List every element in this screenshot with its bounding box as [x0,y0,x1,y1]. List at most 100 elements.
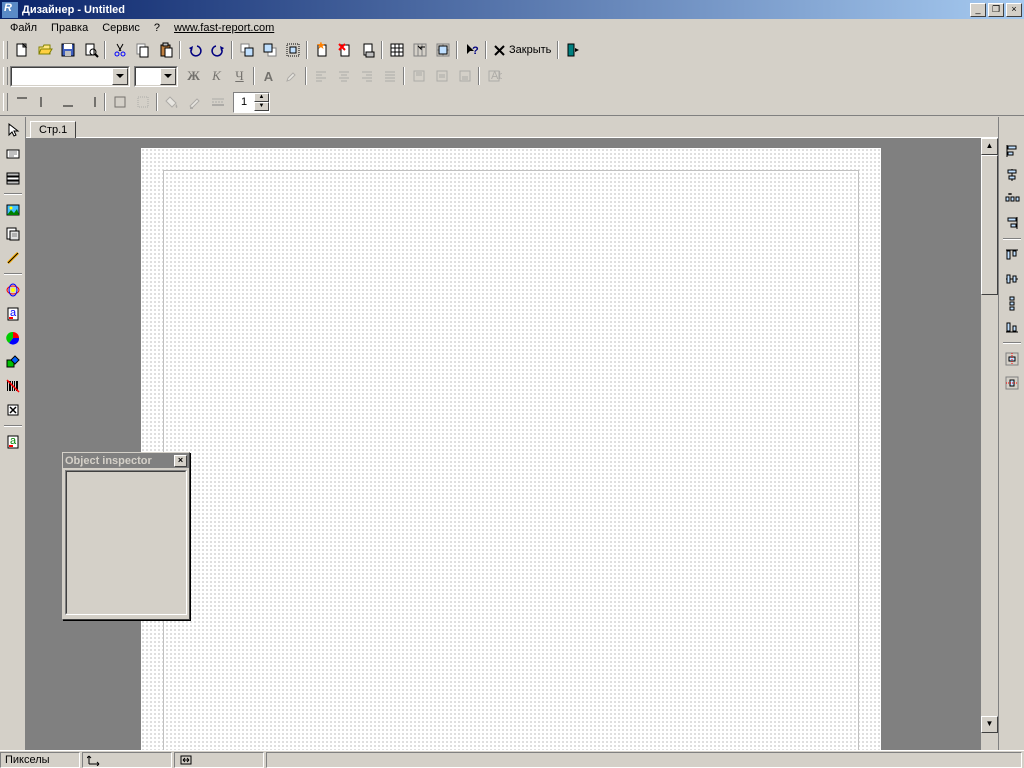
rx-richtext-tool[interactable]: a [2,431,24,453]
minimize-button[interactable]: _ [970,3,986,17]
add-page-button[interactable]: ★ [310,39,333,61]
scroll-thumb[interactable] [981,155,998,295]
underline-button[interactable]: Ч [228,65,251,87]
undo-button[interactable] [183,39,206,61]
picture-tool[interactable] [2,199,24,221]
scroll-up-button[interactable]: ▲ [981,138,998,155]
italic-button[interactable]: К [205,65,228,87]
align-left-button[interactable] [309,65,332,87]
font-color-button[interactable]: A [257,65,280,87]
send-back-button[interactable] [258,39,281,61]
highlight-button[interactable] [280,65,303,87]
whats-this-button[interactable]: ? [460,39,483,61]
bring-front-button[interactable] [235,39,258,61]
vertical-scrollbar[interactable]: ▲ ▼ [981,138,998,733]
barcode-tool[interactable] [2,375,24,397]
grid-button[interactable] [385,39,408,61]
menu-file[interactable]: Файл [4,21,43,35]
band-tool[interactable] [2,167,24,189]
richtext-tool[interactable]: a [2,303,24,325]
space-v-button[interactable] [1001,292,1023,314]
open-button[interactable] [33,39,56,61]
center-v-window-button[interactable] [1001,372,1023,394]
select-all-button[interactable] [281,39,304,61]
align-v-center-button[interactable] [1001,268,1023,290]
chart-tool[interactable] [2,327,24,349]
menu-url[interactable]: www.fast-report.com [168,21,280,35]
delete-page-button[interactable] [333,39,356,61]
valign-middle-button[interactable] [430,65,453,87]
space-h-button[interactable] [1001,188,1023,210]
canvas-viewport[interactable]: ▲ ▼ [26,138,998,750]
frame-width-input[interactable] [234,93,254,112]
align-bottom-edges-button[interactable] [1001,316,1023,338]
canvas-page[interactable] [141,148,881,750]
inspector-titlebar[interactable]: Object inspector × [63,453,189,468]
text-rotate-button[interactable]: Ab [482,65,505,87]
snap-grid-button[interactable] [408,39,431,61]
shape-tool[interactable] [2,351,24,373]
copy-button[interactable] [131,39,154,61]
font-name-combo[interactable] [10,66,130,87]
restore-button[interactable]: ❐ [988,3,1004,17]
spinner-up[interactable]: ▲ [254,93,269,102]
frame-top-button[interactable] [10,91,33,113]
status-position [82,752,172,768]
cut-button[interactable] [108,39,131,61]
redo-button[interactable] [206,39,229,61]
ole-tool[interactable] [2,279,24,301]
menu-edit[interactable]: Правка [45,21,94,35]
fit-grid-button[interactable] [431,39,454,61]
new-button[interactable] [10,39,33,61]
select-tool[interactable] [2,119,24,141]
align-right-edges-button[interactable] [1001,212,1023,234]
valign-top-button[interactable] [407,65,430,87]
frame-bottom-button[interactable] [56,91,79,113]
close-button[interactable]: × [1006,3,1022,17]
paste-button[interactable] [154,39,177,61]
spinner-down[interactable]: ▼ [254,102,269,111]
frame-color-button[interactable] [183,91,206,113]
draw-line-tool[interactable] [2,247,24,269]
toolbar-grip[interactable] [2,65,8,87]
frame-all-button[interactable] [108,91,131,113]
window-title: Дизайнер - Untitled [22,4,970,16]
align-justify-button[interactable] [378,65,401,87]
font-size-combo[interactable] [134,66,178,87]
align-left-edges-button[interactable] [1001,140,1023,162]
align-h-center-button[interactable] [1001,164,1023,186]
scroll-down-button[interactable]: ▼ [981,716,998,733]
status-units: Пикселы [0,752,80,768]
text-tool[interactable] [2,143,24,165]
preview-button[interactable] [79,39,102,61]
subreport-tool[interactable] [2,223,24,245]
bold-button[interactable]: Ж [182,65,205,87]
page-settings-button[interactable] [356,39,379,61]
align-top-edges-button[interactable] [1001,244,1023,266]
center-h-window-button[interactable] [1001,348,1023,370]
save-button[interactable] [56,39,79,61]
object-inspector-panel[interactable]: Object inspector × [62,452,190,620]
toolbar-grip[interactable] [2,39,8,61]
tab-page1[interactable]: Стр.1 [30,121,76,138]
statusbar: Пикселы [0,750,1024,768]
inspector-body [65,470,187,615]
inspector-close-button[interactable]: × [174,455,187,467]
checkbox-tool[interactable] [2,399,24,421]
frame-style-button[interactable] [206,91,229,113]
toolbar-grip[interactable] [2,91,8,113]
menu-service[interactable]: Сервис [96,21,146,35]
align-center-button[interactable] [332,65,355,87]
align-right-button[interactable] [355,65,378,87]
frame-width-spinner[interactable]: ▲▼ [233,92,270,113]
close-designer-button[interactable]: Закрыть [489,39,555,61]
fill-color-button[interactable] [160,91,183,113]
frame-left-button[interactable] [33,91,56,113]
valign-bottom-button[interactable] [453,65,476,87]
exit-button[interactable] [561,39,584,61]
canvas-margin [163,170,859,750]
frame-none-button[interactable] [131,91,154,113]
close-label: Закрыть [509,44,551,56]
menu-help[interactable]: ? [148,21,166,35]
frame-right-button[interactable] [79,91,102,113]
